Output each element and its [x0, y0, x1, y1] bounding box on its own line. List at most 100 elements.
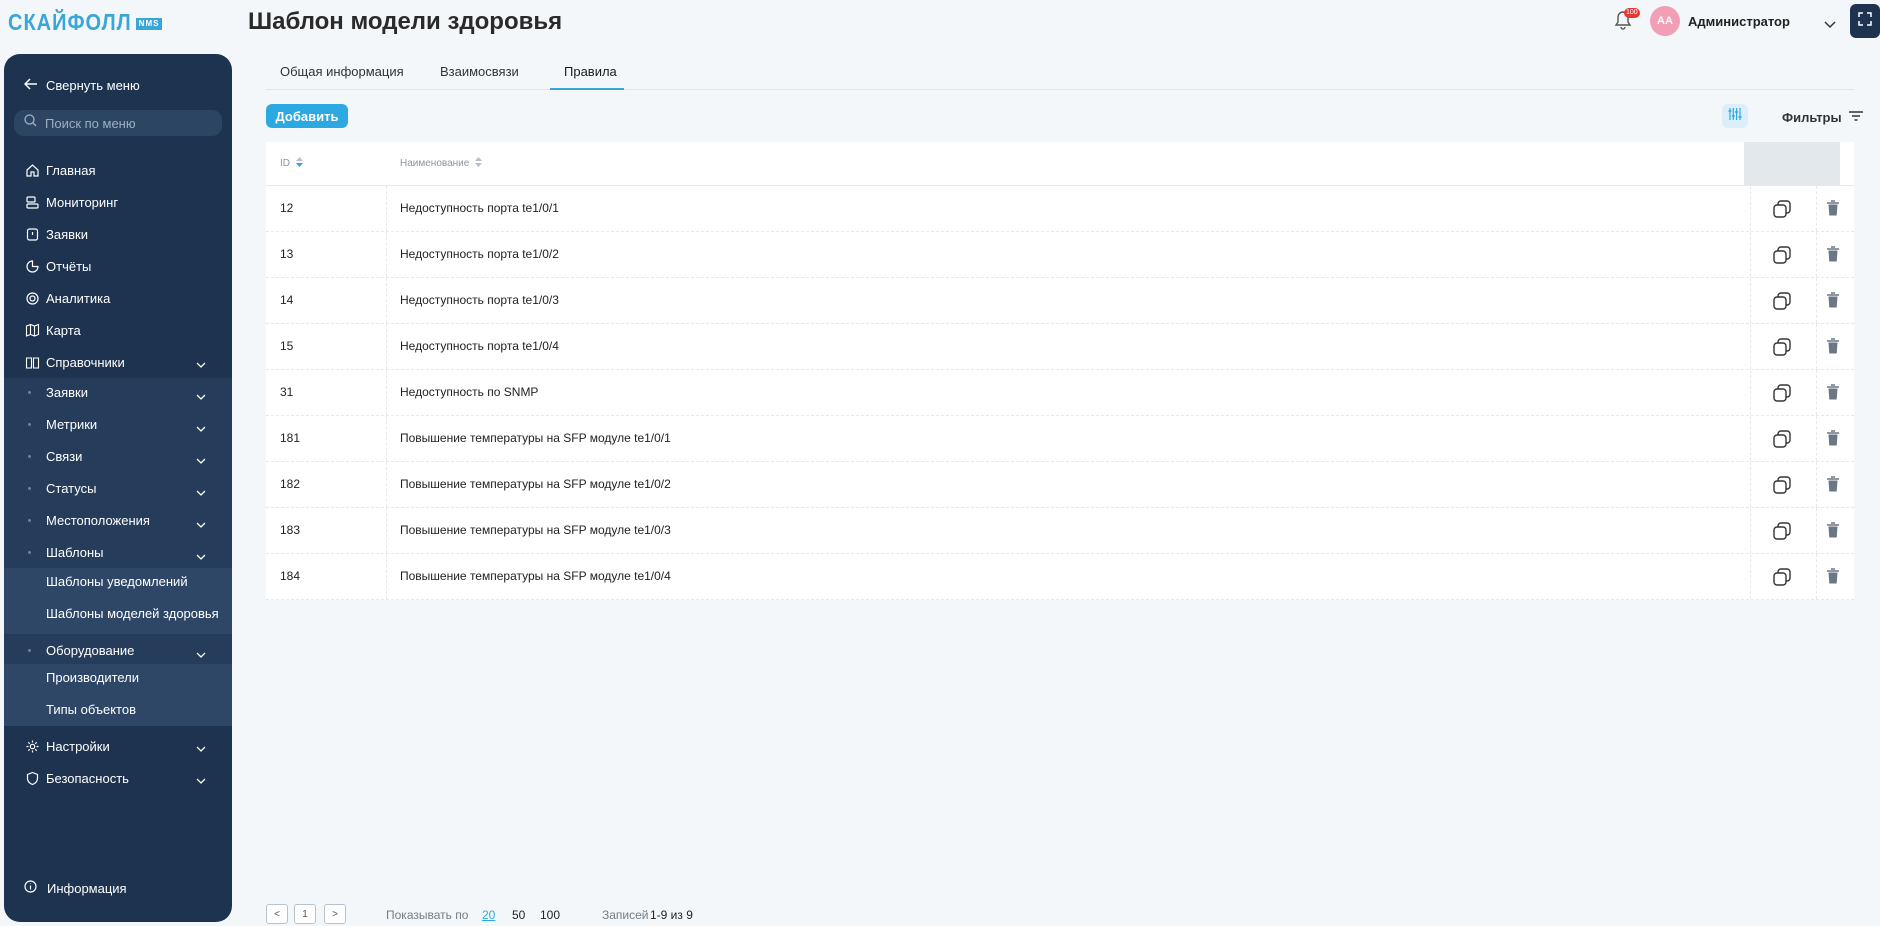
copy-icon[interactable]: [1772, 521, 1792, 541]
sidebar-item-analytics[interactable]: Аналитика: [4, 284, 232, 312]
copy-icon[interactable]: [1772, 383, 1792, 403]
trash-icon[interactable]: [1826, 521, 1842, 541]
sidebar-item-settings[interactable]: Настройки: [4, 732, 232, 760]
column-divider: [1816, 324, 1817, 369]
trash-icon[interactable]: [1826, 475, 1842, 495]
sidebar-item-references[interactable]: Справочники: [4, 348, 232, 376]
page-size-50[interactable]: 50: [512, 908, 525, 922]
sidebar-leaf-health-model-templates[interactable]: Шаблоны моделей здоровья: [46, 606, 219, 621]
copy-icon[interactable]: [1772, 245, 1792, 265]
sidebar-subitem-templates[interactable]: Шаблоны: [4, 538, 232, 566]
menu-search-input[interactable]: [45, 115, 205, 131]
copy-icon[interactable]: [1772, 475, 1792, 495]
table-row[interactable]: 13 Недоступность порта te1/0/2: [266, 232, 1854, 278]
column-divider: [386, 370, 387, 415]
chevron-down-icon: [196, 452, 206, 467]
table-row[interactable]: 184 Повышение температуры на SFP модуле …: [266, 554, 1854, 600]
home-icon: [24, 162, 40, 178]
sidebar-item-reports[interactable]: Отчёты: [4, 252, 232, 280]
next-page-button[interactable]: >: [324, 904, 346, 924]
sidebar-item-home[interactable]: Главная: [4, 156, 232, 184]
trash-icon[interactable]: [1826, 199, 1842, 219]
sidebar-item-security[interactable]: Безопасность: [4, 764, 232, 792]
copy-icon[interactable]: [1772, 291, 1792, 311]
app-logo[interactable]: СКАЙФОЛЛ NMS: [8, 10, 163, 36]
column-divider: [1750, 554, 1751, 599]
gear-icon: [24, 738, 40, 754]
sidebar-item-requests[interactable]: Заявки: [4, 220, 232, 248]
filters-button[interactable]: Фильтры: [1782, 110, 1864, 125]
avatar[interactable]: АА: [1650, 6, 1680, 36]
trash-icon[interactable]: [1826, 245, 1842, 265]
rules-table: ID Наименование 12 Недоступность порта t…: [266, 142, 1854, 600]
trash-icon[interactable]: [1826, 383, 1842, 403]
trash-icon[interactable]: [1826, 429, 1842, 449]
table-row[interactable]: 183 Повышение температуры на SFP модуле …: [266, 508, 1854, 554]
column-divider: [1816, 508, 1817, 553]
sidebar-item-map[interactable]: Карта: [4, 316, 232, 344]
trash-icon[interactable]: [1826, 337, 1842, 357]
chevron-down-icon: [196, 516, 206, 531]
sidebar-subitem-metrics[interactable]: Метрики: [4, 410, 232, 438]
sidebar-leaf-object-types[interactable]: Типы объектов: [46, 702, 136, 717]
copy-icon[interactable]: [1772, 199, 1792, 219]
copy-icon[interactable]: [1772, 567, 1792, 587]
sidebar-subitem-label: Заявки: [46, 384, 88, 400]
chevron-down-icon: [196, 646, 206, 661]
page-size-20[interactable]: 20: [482, 908, 495, 922]
column-header-name[interactable]: Наименование: [400, 157, 483, 170]
sidebar-subitem-requests[interactable]: Заявки: [4, 378, 232, 406]
cell-id: 183: [280, 523, 301, 537]
sidebar-subitem-statuses[interactable]: Статусы: [4, 474, 232, 502]
info-label: Информация: [47, 880, 127, 896]
column-divider: [386, 232, 387, 277]
sort-icon: [475, 157, 483, 170]
add-button[interactable]: Добавить: [266, 104, 348, 128]
notification-badge: 100: [1624, 8, 1640, 18]
active-tab-indicator: [550, 88, 624, 90]
sidebar-subitem-locations[interactable]: Местоположения: [4, 506, 232, 534]
copy-icon[interactable]: [1772, 429, 1792, 449]
tab-rules[interactable]: Правила: [564, 64, 617, 79]
column-divider: [386, 324, 387, 369]
sidebar-item-label: Справочники: [46, 354, 125, 370]
sidebar-item-monitoring[interactable]: Мониторинг: [4, 188, 232, 216]
collapse-menu-button[interactable]: Свернуть меню: [23, 78, 140, 93]
prev-page-button[interactable]: <: [266, 904, 288, 924]
tab-relations[interactable]: Взаимосвязи: [440, 64, 519, 79]
column-divider: [1750, 186, 1751, 231]
cell-name: Повышение температуры на SFP модуле te1/…: [400, 431, 671, 445]
page-button-current[interactable]: 1: [294, 904, 316, 924]
column-header-id[interactable]: ID: [280, 157, 303, 170]
sidebar-leaf-notification-templates[interactable]: Шаблоны уведомлений: [46, 574, 188, 589]
cell-id: 15: [280, 339, 294, 353]
sidebar-subitem-label: Метрики: [46, 416, 98, 432]
sidebar-leaf-manufacturers[interactable]: Производители: [46, 670, 139, 685]
chevron-down-icon[interactable]: [1824, 16, 1836, 34]
trash-icon[interactable]: [1826, 291, 1842, 311]
trash-icon[interactable]: [1826, 567, 1842, 587]
sidebar-subitem-label: Связи: [46, 448, 83, 464]
table-row[interactable]: 15 Недоступность порта te1/0/4: [266, 324, 1854, 370]
bullet-icon: [28, 390, 31, 394]
copy-icon[interactable]: [1772, 337, 1792, 357]
tab-general-info[interactable]: Общая информация: [280, 64, 404, 79]
sidebar-subitem-links[interactable]: Связи: [4, 442, 232, 470]
table-row[interactable]: 182 Повышение температуры на SFP модуле …: [266, 462, 1854, 508]
table-row[interactable]: 181 Повышение температуры на SFP модуле …: [266, 416, 1854, 462]
sidebar-subitem-equipment[interactable]: Оборудование: [4, 636, 232, 664]
filters-label: Фильтры: [1782, 110, 1842, 125]
table-row[interactable]: 31 Недоступность по SNMP: [266, 370, 1854, 416]
page-size-100[interactable]: 100: [540, 908, 560, 922]
sidebar-item-label: Мониторинг: [46, 194, 119, 210]
table-row[interactable]: 14 Недоступность порта te1/0/3: [266, 278, 1854, 324]
chevron-down-icon: [196, 740, 206, 755]
cell-id: 31: [280, 385, 294, 399]
username[interactable]: Администратор: [1688, 14, 1790, 29]
column-settings-button[interactable]: [1722, 104, 1748, 128]
table-row[interactable]: 12 Недоступность порта te1/0/1: [266, 186, 1854, 232]
fullscreen-button[interactable]: [1850, 4, 1880, 38]
sidebar-info-link[interactable]: Информация: [24, 880, 127, 896]
sidebar-item-label: Аналитика: [46, 290, 111, 306]
column-divider: [386, 554, 387, 599]
